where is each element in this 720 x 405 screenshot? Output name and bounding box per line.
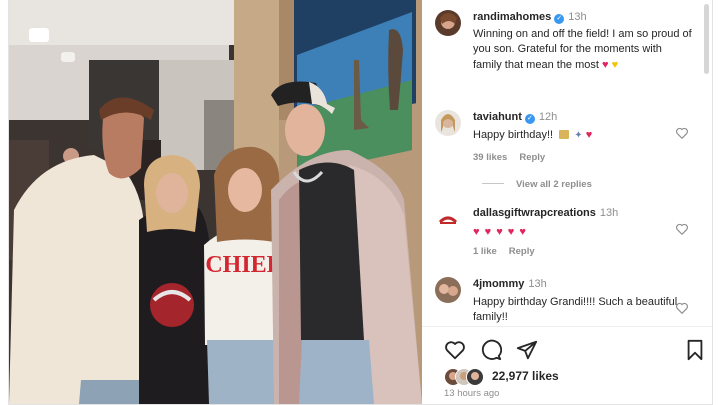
verified-icon: ✓ xyxy=(554,14,565,24)
scrollbar[interactable] xyxy=(704,4,709,74)
gift-icon xyxy=(559,129,570,139)
avatar[interactable] xyxy=(435,110,461,136)
heart-icon[interactable] xyxy=(444,339,466,361)
comment-likes[interactable]: 1 like xyxy=(473,246,497,257)
red-heart-icon: ♥ xyxy=(519,225,527,238)
comment-icon[interactable] xyxy=(480,339,502,361)
comment-likes[interactable]: 39 likes xyxy=(473,152,507,163)
like-comment-heart-icon[interactable] xyxy=(675,126,689,140)
comment-text: Happy birthday Grandi!!!! Such a beautif… xyxy=(473,295,678,324)
post-time[interactable]: 13 hours ago xyxy=(444,388,499,399)
reply-button[interactable]: Reply xyxy=(509,246,535,257)
post-actions: 22,977 likes 13 hours ago xyxy=(422,326,712,405)
view-replies-button[interactable]: View all 2 replies xyxy=(482,179,592,190)
likes-count[interactable]: 22,977 likes xyxy=(492,369,559,383)
comment-text: Happy birthday!! xyxy=(473,128,554,141)
comment-username[interactable]: dallasgiftwrapcreations xyxy=(473,207,596,219)
avatar[interactable] xyxy=(435,206,461,232)
post-photo[interactable]: CHIEFS xyxy=(9,0,422,404)
like-comment-heart-icon[interactable] xyxy=(675,222,689,236)
instagram-post: CHIEFS randimahomes ✓ 13h Winning on and… xyxy=(9,0,712,404)
red-heart-icon: ♥ xyxy=(602,58,609,71)
bookmark-icon[interactable] xyxy=(684,339,706,361)
family-photo: CHIEFS xyxy=(9,0,422,404)
comment-username[interactable]: 4jmommy xyxy=(473,278,524,290)
comment-time[interactable]: 12h xyxy=(539,111,557,123)
caption-text: Winning on and off the field! I am so pr… xyxy=(473,27,692,71)
party-popper-icon: ✦ xyxy=(574,129,583,141)
yellow-heart-icon: ♥ xyxy=(611,58,619,71)
red-heart-icon: ♥ xyxy=(473,225,481,238)
verified-icon: ✓ xyxy=(524,114,535,124)
reply-button[interactable]: Reply xyxy=(519,152,545,163)
avatar[interactable] xyxy=(435,277,461,303)
share-icon[interactable] xyxy=(516,339,538,361)
comment-time[interactable]: 13h xyxy=(600,207,618,219)
liker-avatar xyxy=(466,368,484,386)
comments-pane: randimahomes ✓ 13h Winning on and off the … xyxy=(422,0,712,404)
comment-username[interactable]: taviahunt xyxy=(473,111,522,123)
comment-time[interactable]: 13h xyxy=(528,278,546,290)
comments-scroll[interactable]: randimahomes ✓ 13h Winning on and off the … xyxy=(422,0,712,326)
like-comment-heart-icon[interactable] xyxy=(675,301,689,315)
caption-time[interactable]: 13h xyxy=(568,11,586,23)
comment-emojis: ♥ ♥ ♥ ♥ ♥ xyxy=(473,225,693,241)
caption-username[interactable]: randimahomes xyxy=(473,11,551,23)
red-heart-icon: ♥ xyxy=(496,225,504,238)
red-heart-icon: ♥ xyxy=(484,225,493,238)
red-heart-icon: ♥ xyxy=(507,225,516,238)
avatar[interactable] xyxy=(435,10,461,36)
red-heart-icon: ♥ xyxy=(585,128,593,141)
